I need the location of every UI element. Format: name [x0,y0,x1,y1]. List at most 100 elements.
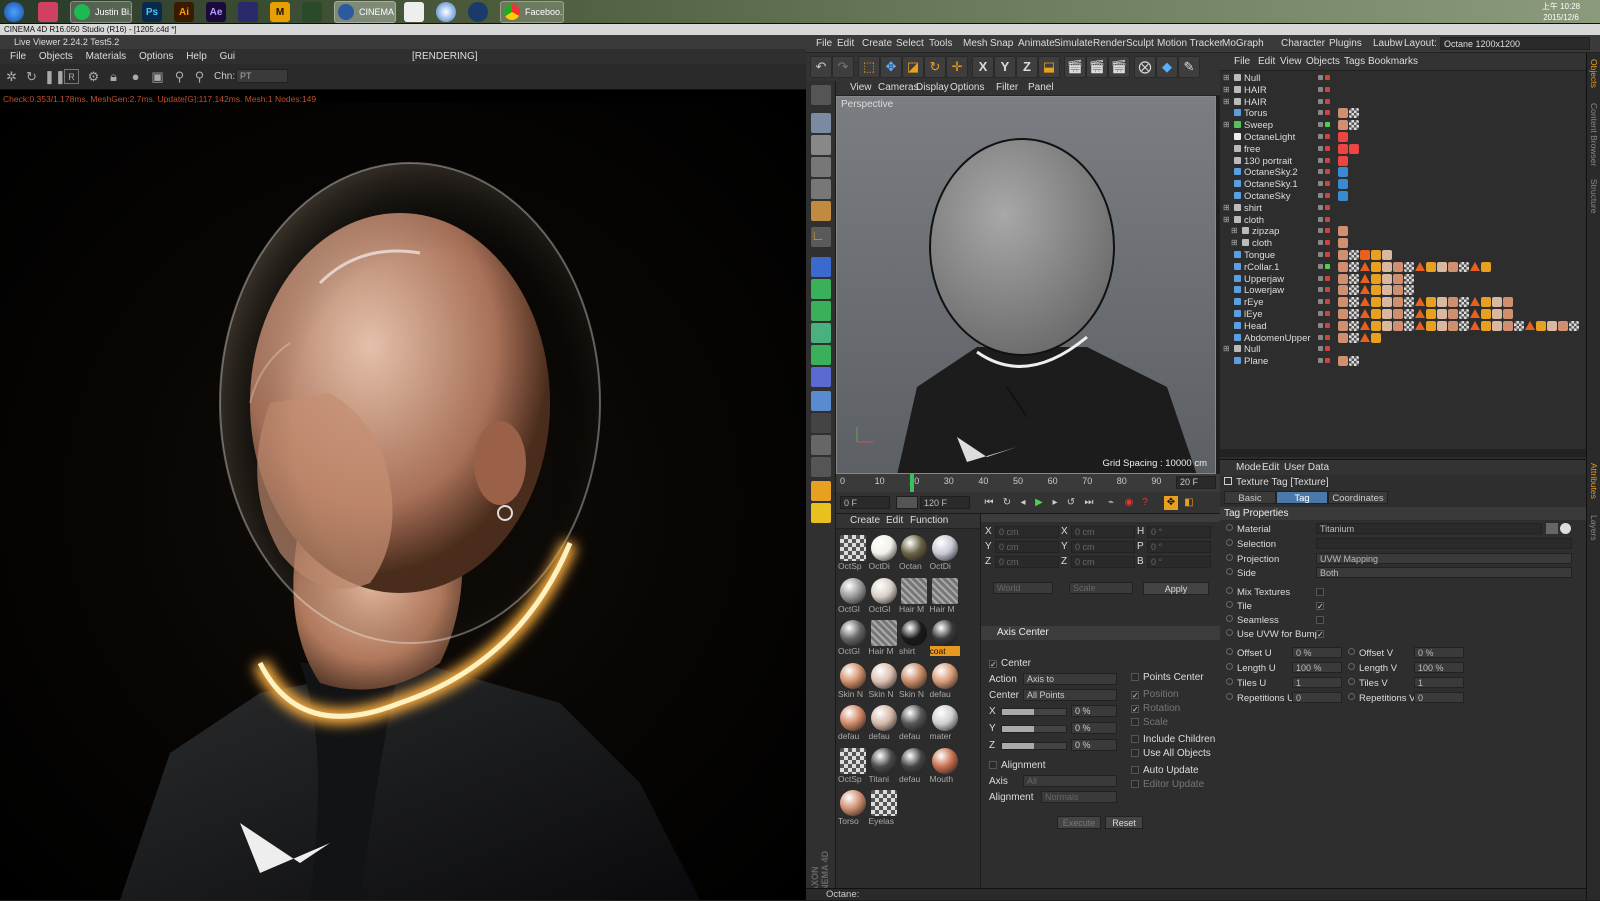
menu-tools[interactable]: Tools [929,38,952,49]
play-icon[interactable]: ▶ [1032,496,1046,510]
lv-menu-help[interactable]: Help [186,51,207,62]
object-tags[interactable] [1338,332,1381,344]
tile-checkbox[interactable]: ✓ [1316,602,1324,611]
object-menu-objects[interactable]: Objects [1306,56,1340,67]
menu-laubw[interactable]: Laubw [1373,38,1402,49]
material-swatch[interactable]: Skin N [838,661,866,699]
z-axis-lock-button[interactable]: Z [1016,56,1038,78]
tab-coordinates[interactable]: Coordinates [1328,491,1388,504]
axis-mode-icon[interactable]: ∟ [811,227,831,247]
material-swatch[interactable]: shirt [899,618,927,656]
alignment-checkbox[interactable]: Alignment [989,760,1045,771]
object-row[interactable]: ⊞ shirt [1220,203,1586,215]
timeline[interactable]: 0 10 20 30 40 50 60 70 80 90 20 F [836,474,1220,492]
cube-primitive-icon[interactable]: ◆ [1156,56,1178,78]
visibility-dots[interactable] [1318,228,1332,236]
points-center-checkbox[interactable]: Points Center [1131,672,1204,683]
coord-field[interactable]: 0 ° [1147,556,1211,568]
undo-icon[interactable]: ↶ [810,56,832,78]
material-swatch[interactable]: OctGl [838,618,866,656]
auto-update-checkbox[interactable]: Auto Update [1131,765,1199,776]
menu-file[interactable]: File [816,38,832,49]
environment-icon[interactable] [811,367,831,387]
object-menu-view[interactable]: View [1280,56,1302,67]
object-tags[interactable] [1338,108,1359,119]
object-tags[interactable] [1338,191,1348,202]
make-editable-icon[interactable] [811,85,831,105]
position-checkbox[interactable]: ✓ Position [1131,689,1179,700]
prev-frame-icon[interactable]: ◂ [1016,496,1030,510]
taskbar-task-spotify[interactable]: Justin Bi... [70,1,132,23]
visibility-dots[interactable] [1318,204,1332,213]
render-settings-icon[interactable]: 🎬︎ [1108,56,1130,78]
frame-range-slider[interactable] [896,496,918,509]
tab-attributes[interactable]: Attributes [1589,463,1599,499]
coordinate-system-icon[interactable]: ⬓ [1038,56,1060,78]
expand-icon[interactable]: ⊞ [1223,73,1230,82]
material-menu-create[interactable]: Create [850,515,880,526]
object-row[interactable]: rEye [1220,297,1586,309]
object-menu-edit[interactable]: Edit [1258,56,1275,67]
z-field[interactable]: 0 % [1071,739,1117,751]
material-swatch[interactable]: defau [899,746,927,784]
object-row[interactable]: ⊞ Null [1220,344,1586,356]
visibility-dots[interactable] [1318,275,1332,284]
visibility-dots[interactable] [1318,86,1332,95]
object-tags[interactable] [1338,273,1414,285]
include-children-checkbox[interactable]: Include Children [1131,734,1215,745]
object-row[interactable]: Upperjaw [1220,273,1586,286]
reset-button[interactable]: Reset [1105,816,1143,829]
goto-start-icon[interactable]: ⏮ [982,496,996,510]
visibility-dots[interactable] [1318,157,1332,166]
material-swatch[interactable]: OctGl [869,576,897,614]
material-swatch[interactable]: Mouth [930,746,958,784]
autokey-icon[interactable]: ? [1138,496,1152,510]
camera-icon[interactable] [811,413,831,433]
object-row[interactable]: 130 portrait [1220,155,1586,168]
object-row[interactable]: OctaneSky.2 [1220,167,1586,179]
edit-mode-icon[interactable]: ⨂ [1134,56,1156,78]
visibility-dots[interactable] [1318,98,1332,107]
expand-icon[interactable]: ⊞ [1223,344,1230,353]
visibility-dots[interactable] [1318,311,1332,319]
menu-plugins[interactable]: Plugins [1329,38,1362,49]
max-frame-field[interactable]: 120 F [920,496,970,509]
loop-icon[interactable]: ↻ [1000,496,1014,510]
alignment-select[interactable]: Normals [1041,791,1117,803]
object-row[interactable]: Plane [1220,356,1586,368]
projection-select[interactable]: UVW Mapping [1316,553,1572,564]
pause-icon[interactable]: ❚❚ [44,69,66,84]
object-tags[interactable] [1338,179,1348,190]
system-clock[interactable]: 上午 10:28 2015/12/6 [1526,1,1596,23]
coord-field[interactable]: 0 cm [995,541,1059,553]
visibility-dots[interactable] [1318,252,1332,260]
expand-icon[interactable]: ⊞ [1223,215,1230,224]
next-frame-icon[interactable]: ▸ [1048,496,1062,510]
menu-motion-tracker[interactable]: Motion Tracker [1157,38,1223,49]
z-slider[interactable] [1001,742,1067,750]
model-mode-icon[interactable] [811,113,831,133]
material-menu-function[interactable]: Function [910,515,948,526]
tab-objects[interactable]: Objects [1589,59,1599,88]
expand-icon[interactable]: ⊞ [1223,85,1230,94]
expand-icon[interactable]: ⊞ [1223,97,1230,106]
menu-create[interactable]: Create [862,38,892,49]
tab-structure[interactable]: Structure [1589,179,1599,214]
lv-menu-options[interactable]: Options [139,51,173,62]
timeline-ruler[interactable]: 0 10 20 30 40 50 60 70 80 90 [840,476,1170,490]
y-slider[interactable] [1001,725,1067,733]
action-select[interactable]: Axis to [1023,673,1117,685]
material-link-icon[interactable] [1546,523,1558,534]
attribute-menu-mode[interactable]: Mode [1236,462,1261,473]
coord-field[interactable]: 0 cm [995,556,1059,568]
object-row[interactable]: Tongue [1220,250,1586,262]
coord-field[interactable]: 0 cm [995,526,1059,538]
layout-select[interactable]: Octane 1200x1200 [1440,37,1590,50]
tab-tag[interactable]: Tag [1276,491,1328,504]
visibility-dots[interactable] [1318,216,1332,225]
object-manager-scrollbar[interactable] [1220,449,1586,457]
illustrator-icon[interactable]: Ai [174,2,194,22]
tab-layers[interactable]: Layers [1589,515,1599,541]
material-swatch[interactable]: defau [869,703,897,741]
viewport-menu-panel[interactable]: Panel [1028,82,1054,93]
